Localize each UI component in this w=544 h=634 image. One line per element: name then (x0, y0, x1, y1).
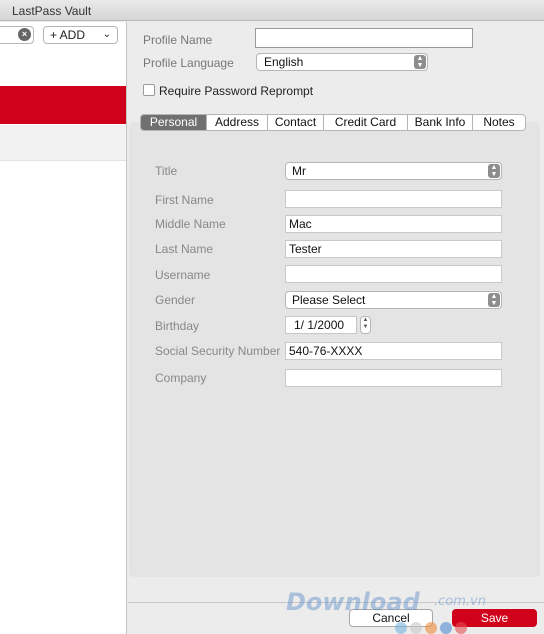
profile-editor: Profile Name Profile Language English ▲ ▼… (128, 22, 544, 602)
list-item-selected[interactable] (0, 86, 126, 124)
tab-bank-info[interactable]: Bank Info (408, 115, 473, 130)
username-field[interactable] (285, 265, 502, 283)
first-name-label: First Name (155, 193, 214, 207)
tab-personal[interactable]: Personal (141, 115, 207, 130)
profile-tabs: Personal Address Contact Credit Card Ban… (140, 114, 526, 131)
gender-select[interactable]: Please Select ▲ ▼ (285, 291, 502, 309)
profile-language-select[interactable]: English ▲ ▼ (256, 53, 428, 71)
watermark-domain: .com.vn (434, 594, 486, 609)
watermark-dots (395, 622, 467, 634)
username-label: Username (155, 268, 211, 282)
require-reprompt-label: Require Password Reprompt (159, 84, 314, 98)
ssn-field[interactable]: 540-76-XXXX (285, 342, 502, 360)
window-title: LastPass Vault (12, 4, 92, 18)
updown-arrows-icon: ▲ ▼ (488, 164, 500, 178)
middle-name-label: Middle Name (155, 217, 226, 231)
birthday-field[interactable]: 1/ 1/2000 (285, 316, 357, 334)
tab-address[interactable]: Address (207, 115, 268, 130)
title-value: Mr (292, 164, 306, 178)
lastpass-vault-window: LastPass Vault × + ADD ⌄ Profile Name Pr… (0, 0, 544, 634)
gender-value: Please Select (292, 293, 366, 307)
x-circle-icon[interactable]: × (18, 28, 31, 41)
updown-arrows-icon: ▲ ▼ (414, 55, 426, 69)
require-reprompt-checkbox[interactable] (143, 84, 155, 96)
birthday-label: Birthday (155, 319, 200, 333)
profile-language-label: Profile Language (143, 56, 234, 70)
add-button-label: + ADD (50, 28, 86, 42)
tab-contact[interactable]: Contact (268, 115, 324, 130)
title-bar: LastPass Vault (0, 0, 544, 21)
watermark-logo: Download (286, 588, 420, 616)
ssn-label: Social Security Number (155, 344, 281, 358)
profile-name-label: Profile Name (143, 33, 213, 47)
profile-name-field[interactable] (255, 28, 473, 48)
company-field[interactable] (285, 369, 502, 387)
chevron-down-icon: ⌄ (102, 29, 111, 40)
tab-credit-card[interactable]: Credit Card (324, 115, 408, 130)
updown-arrows-icon: ▲ ▼ (488, 293, 500, 307)
first-name-field[interactable] (285, 190, 502, 208)
last-name-label: Last Name (155, 242, 214, 256)
gender-label: Gender (155, 293, 196, 307)
company-label: Company (155, 371, 207, 385)
birthday-stepper[interactable]: ▲ ▼ (360, 316, 371, 334)
profile-language-value: English (264, 55, 304, 69)
list-item[interactable] (0, 125, 126, 161)
title-label: Title (155, 164, 178, 178)
middle-name-field[interactable]: Mac (285, 215, 502, 233)
add-button[interactable]: + ADD ⌄ (43, 26, 118, 44)
tab-notes[interactable]: Notes (473, 115, 525, 130)
vault-sidebar: × + ADD ⌄ (0, 22, 127, 634)
title-select[interactable]: Mr ▲ ▼ (285, 162, 502, 180)
last-name-field[interactable]: Tester (285, 240, 502, 258)
personal-panel: Title Mr ▲ ▼ First Name Middle Name Mac L… (129, 122, 540, 577)
